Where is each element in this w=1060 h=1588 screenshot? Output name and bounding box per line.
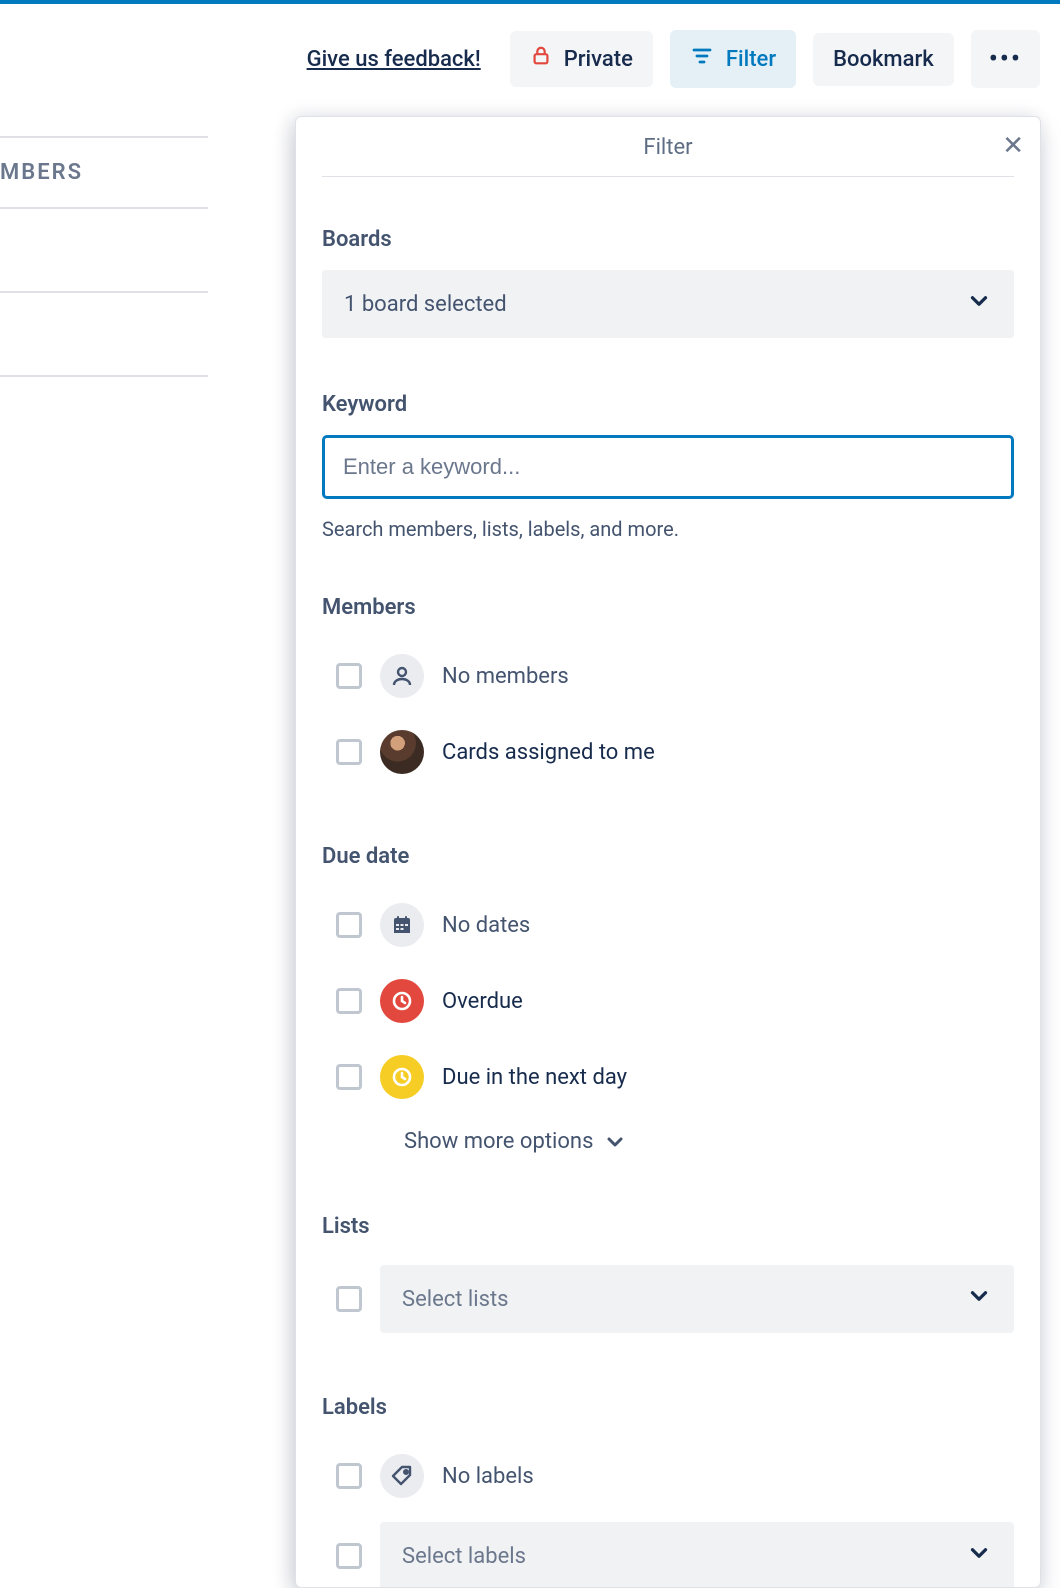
lock-icon — [530, 45, 552, 73]
chevron-down-icon — [966, 1283, 992, 1315]
chevron-down-icon — [966, 1540, 992, 1572]
due-option-nextday[interactable]: Due in the next day — [322, 1039, 1014, 1115]
checkbox[interactable] — [336, 988, 362, 1014]
filter-button[interactable]: Filter — [670, 30, 796, 88]
lists-section-label: Lists — [322, 1214, 1014, 1239]
due-option-overdue[interactable]: Overdue — [322, 963, 1014, 1039]
lists-select[interactable]: Select lists — [380, 1265, 1014, 1333]
bookmark-button[interactable]: Bookmark — [813, 33, 954, 86]
members-section-label: Members — [322, 595, 1014, 620]
boards-selected-value: 1 board selected — [344, 292, 507, 317]
popover-title: Filter — [643, 135, 692, 160]
left-row[interactable] — [0, 209, 208, 293]
due-section-label: Due date — [322, 844, 1014, 869]
dots-icon: ••• — [989, 44, 1022, 74]
due-option-none[interactable]: No dates — [322, 887, 1014, 963]
labels-option-none[interactable]: No labels — [322, 1438, 1014, 1514]
labels-section-label: Labels — [322, 1395, 1014, 1420]
filter-label: Filter — [726, 47, 776, 72]
feedback-link[interactable]: Give us feedback! — [307, 47, 481, 72]
checkbox[interactable] — [336, 1286, 362, 1312]
keyword-input[interactable] — [322, 435, 1014, 499]
keyword-help-text: Search members, lists, labels, and more. — [322, 517, 1014, 541]
boards-select[interactable]: 1 board selected — [322, 270, 1014, 338]
avatar — [380, 730, 424, 774]
person-icon — [380, 654, 424, 698]
tag-icon — [380, 1454, 424, 1498]
boards-section-label: Boards — [322, 227, 1014, 252]
calendar-icon — [380, 903, 424, 947]
member-option-me[interactable]: Cards assigned to me — [322, 714, 1014, 790]
labels-none-label: No labels — [442, 1464, 534, 1489]
more-button[interactable]: ••• — [971, 30, 1040, 88]
due-show-more[interactable]: Show more options — [322, 1115, 1014, 1160]
chevron-down-icon — [603, 1130, 627, 1154]
clock-icon — [380, 1055, 424, 1099]
filter-icon — [690, 44, 714, 74]
due-none-label: No dates — [442, 913, 530, 938]
top-accent-bar — [0, 0, 1060, 4]
checkbox[interactable] — [336, 912, 362, 938]
labels-select-label: Select labels — [402, 1544, 526, 1569]
left-row[interactable] — [0, 293, 208, 377]
lists-select-label: Select lists — [402, 1287, 509, 1312]
clock-icon — [380, 979, 424, 1023]
checkbox[interactable] — [336, 1064, 362, 1090]
member-me-label: Cards assigned to me — [442, 740, 655, 765]
close-icon[interactable]: ✕ — [1002, 131, 1024, 161]
due-overdue-label: Overdue — [442, 989, 523, 1014]
chevron-down-icon — [966, 288, 992, 320]
checkbox[interactable] — [336, 663, 362, 689]
checkbox[interactable] — [336, 1463, 362, 1489]
lists-row: Select lists — [322, 1257, 1014, 1341]
board-toolbar: Give us feedback! Private Filter Bookmar… — [307, 30, 1040, 88]
private-button[interactable]: Private — [510, 31, 653, 87]
keyword-section-label: Keyword — [322, 392, 1014, 417]
private-label: Private — [564, 47, 633, 72]
member-none-label: No members — [442, 664, 569, 689]
filter-popover: Filter ✕ Boards 1 board selected Keyword… — [295, 116, 1041, 1588]
popover-header: Filter ✕ — [296, 117, 1040, 176]
checkbox[interactable] — [336, 739, 362, 765]
show-more-label: Show more options — [404, 1129, 593, 1154]
checkbox[interactable] — [336, 1543, 362, 1569]
labels-row: Select labels — [322, 1514, 1014, 1588]
member-option-none[interactable]: No members — [322, 638, 1014, 714]
divider — [322, 176, 1014, 177]
left-panel-header: MBERS — [0, 138, 208, 209]
labels-select[interactable]: Select labels — [380, 1522, 1014, 1588]
left-panel: MBERS — [0, 136, 208, 377]
bookmark-label: Bookmark — [833, 47, 934, 72]
due-nextday-label: Due in the next day — [442, 1065, 627, 1090]
